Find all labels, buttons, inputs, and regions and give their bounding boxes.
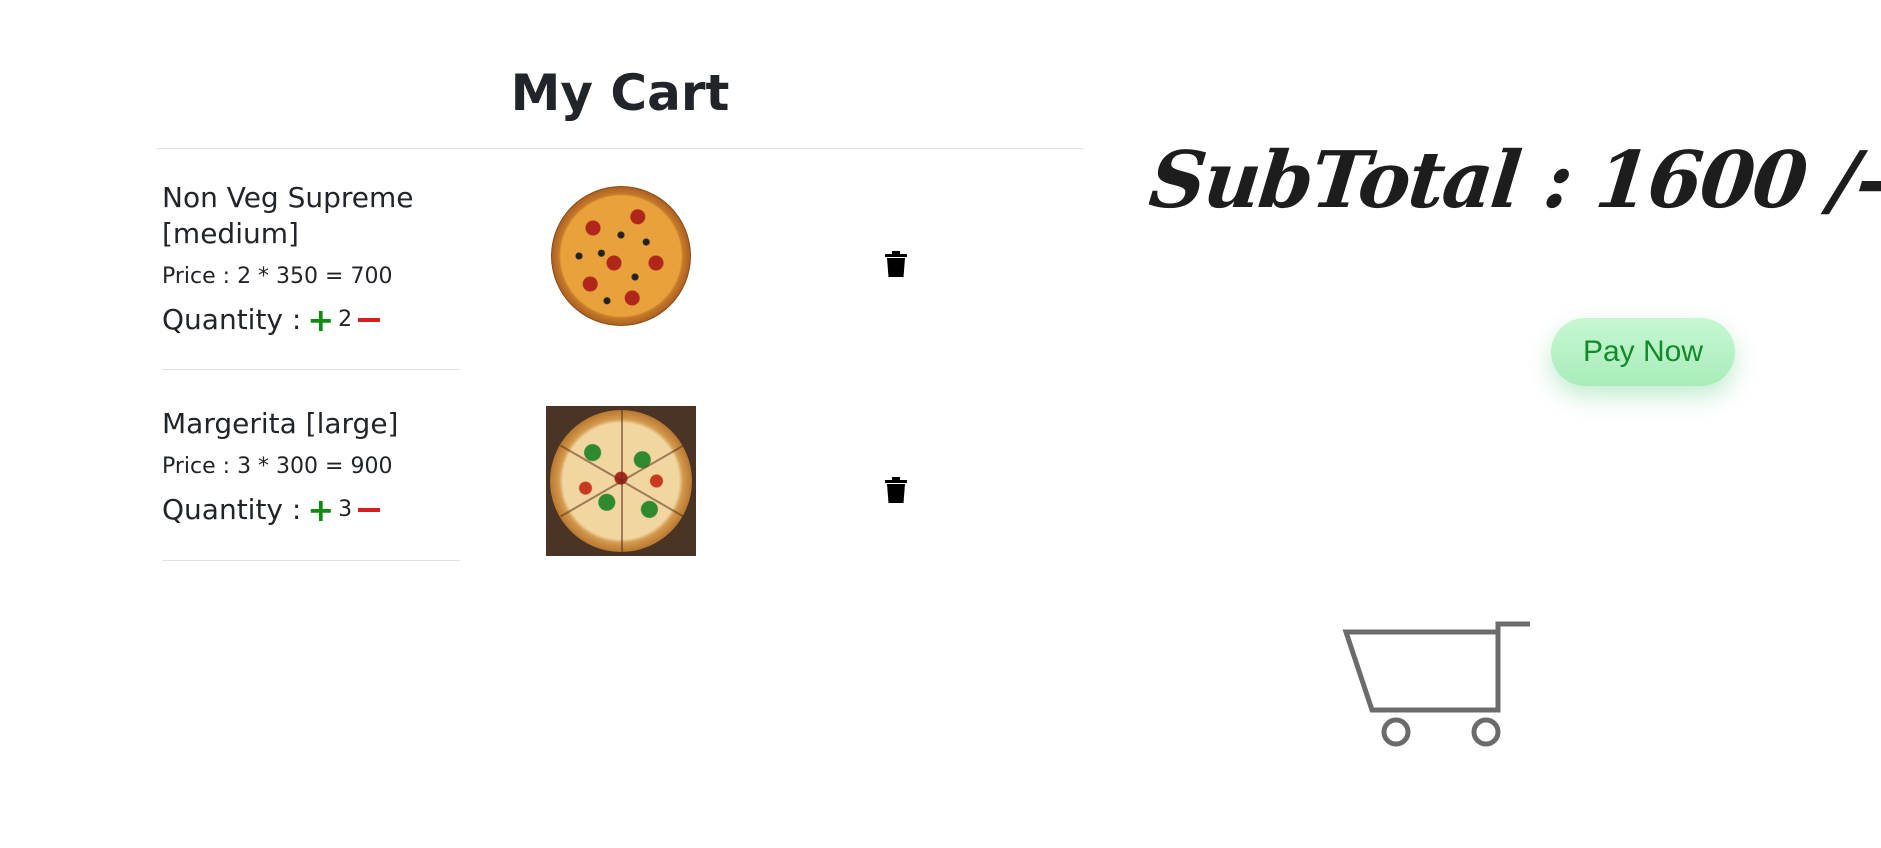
cart-item: Margerita [large] Price : 3 * 300 = 900 … [162, 406, 1084, 562]
item-info: Non Veg Supreme [medium] Price : 2 * 350… [162, 180, 460, 338]
pay-now-button[interactable]: Pay Now [1551, 318, 1735, 386]
cart-page: My Cart Non Veg Supreme [medium] Price :… [0, 0, 1881, 848]
pepperoni-pizza-image [551, 186, 691, 326]
quantity-value: 3 [338, 497, 353, 522]
item-divider [162, 369, 460, 370]
item-quantity: Quantity : + 3 [162, 492, 460, 528]
cart-item: Non Veg Supreme [medium] Price : 2 * 350… [162, 180, 1084, 370]
margherita-pizza-image [546, 406, 696, 556]
plus-icon[interactable]: + [307, 304, 334, 336]
shopping-cart-icon [1342, 621, 1530, 747]
trash-icon-graphic [885, 477, 907, 503]
item-info: Margerita [large] Price : 3 * 300 = 900 … [162, 406, 460, 528]
item-name: Non Veg Supreme [medium] [162, 181, 414, 250]
quantity-value: 2 [338, 307, 353, 332]
trash-icon[interactable] [884, 250, 908, 278]
quantity-label: Quantity : [162, 303, 302, 336]
title-divider [156, 148, 1084, 149]
item-name: Margerita [large] [162, 407, 399, 440]
trash-icon-graphic [885, 251, 907, 277]
subtotal-text: SubTotal : 1600 /- [1145, 135, 1881, 226]
minus-icon[interactable] [358, 508, 381, 512]
item-price: Price : 3 * 300 = 900 [162, 454, 393, 479]
item-quantity: Quantity : + 2 [162, 302, 460, 338]
item-divider [162, 560, 460, 561]
trash-icon[interactable] [884, 476, 908, 504]
item-price: Price : 2 * 350 = 700 [162, 264, 393, 289]
plus-icon[interactable]: + [307, 494, 334, 526]
minus-icon[interactable] [358, 318, 381, 322]
page-title: My Cart [510, 64, 730, 122]
quantity-label: Quantity : [162, 493, 302, 526]
